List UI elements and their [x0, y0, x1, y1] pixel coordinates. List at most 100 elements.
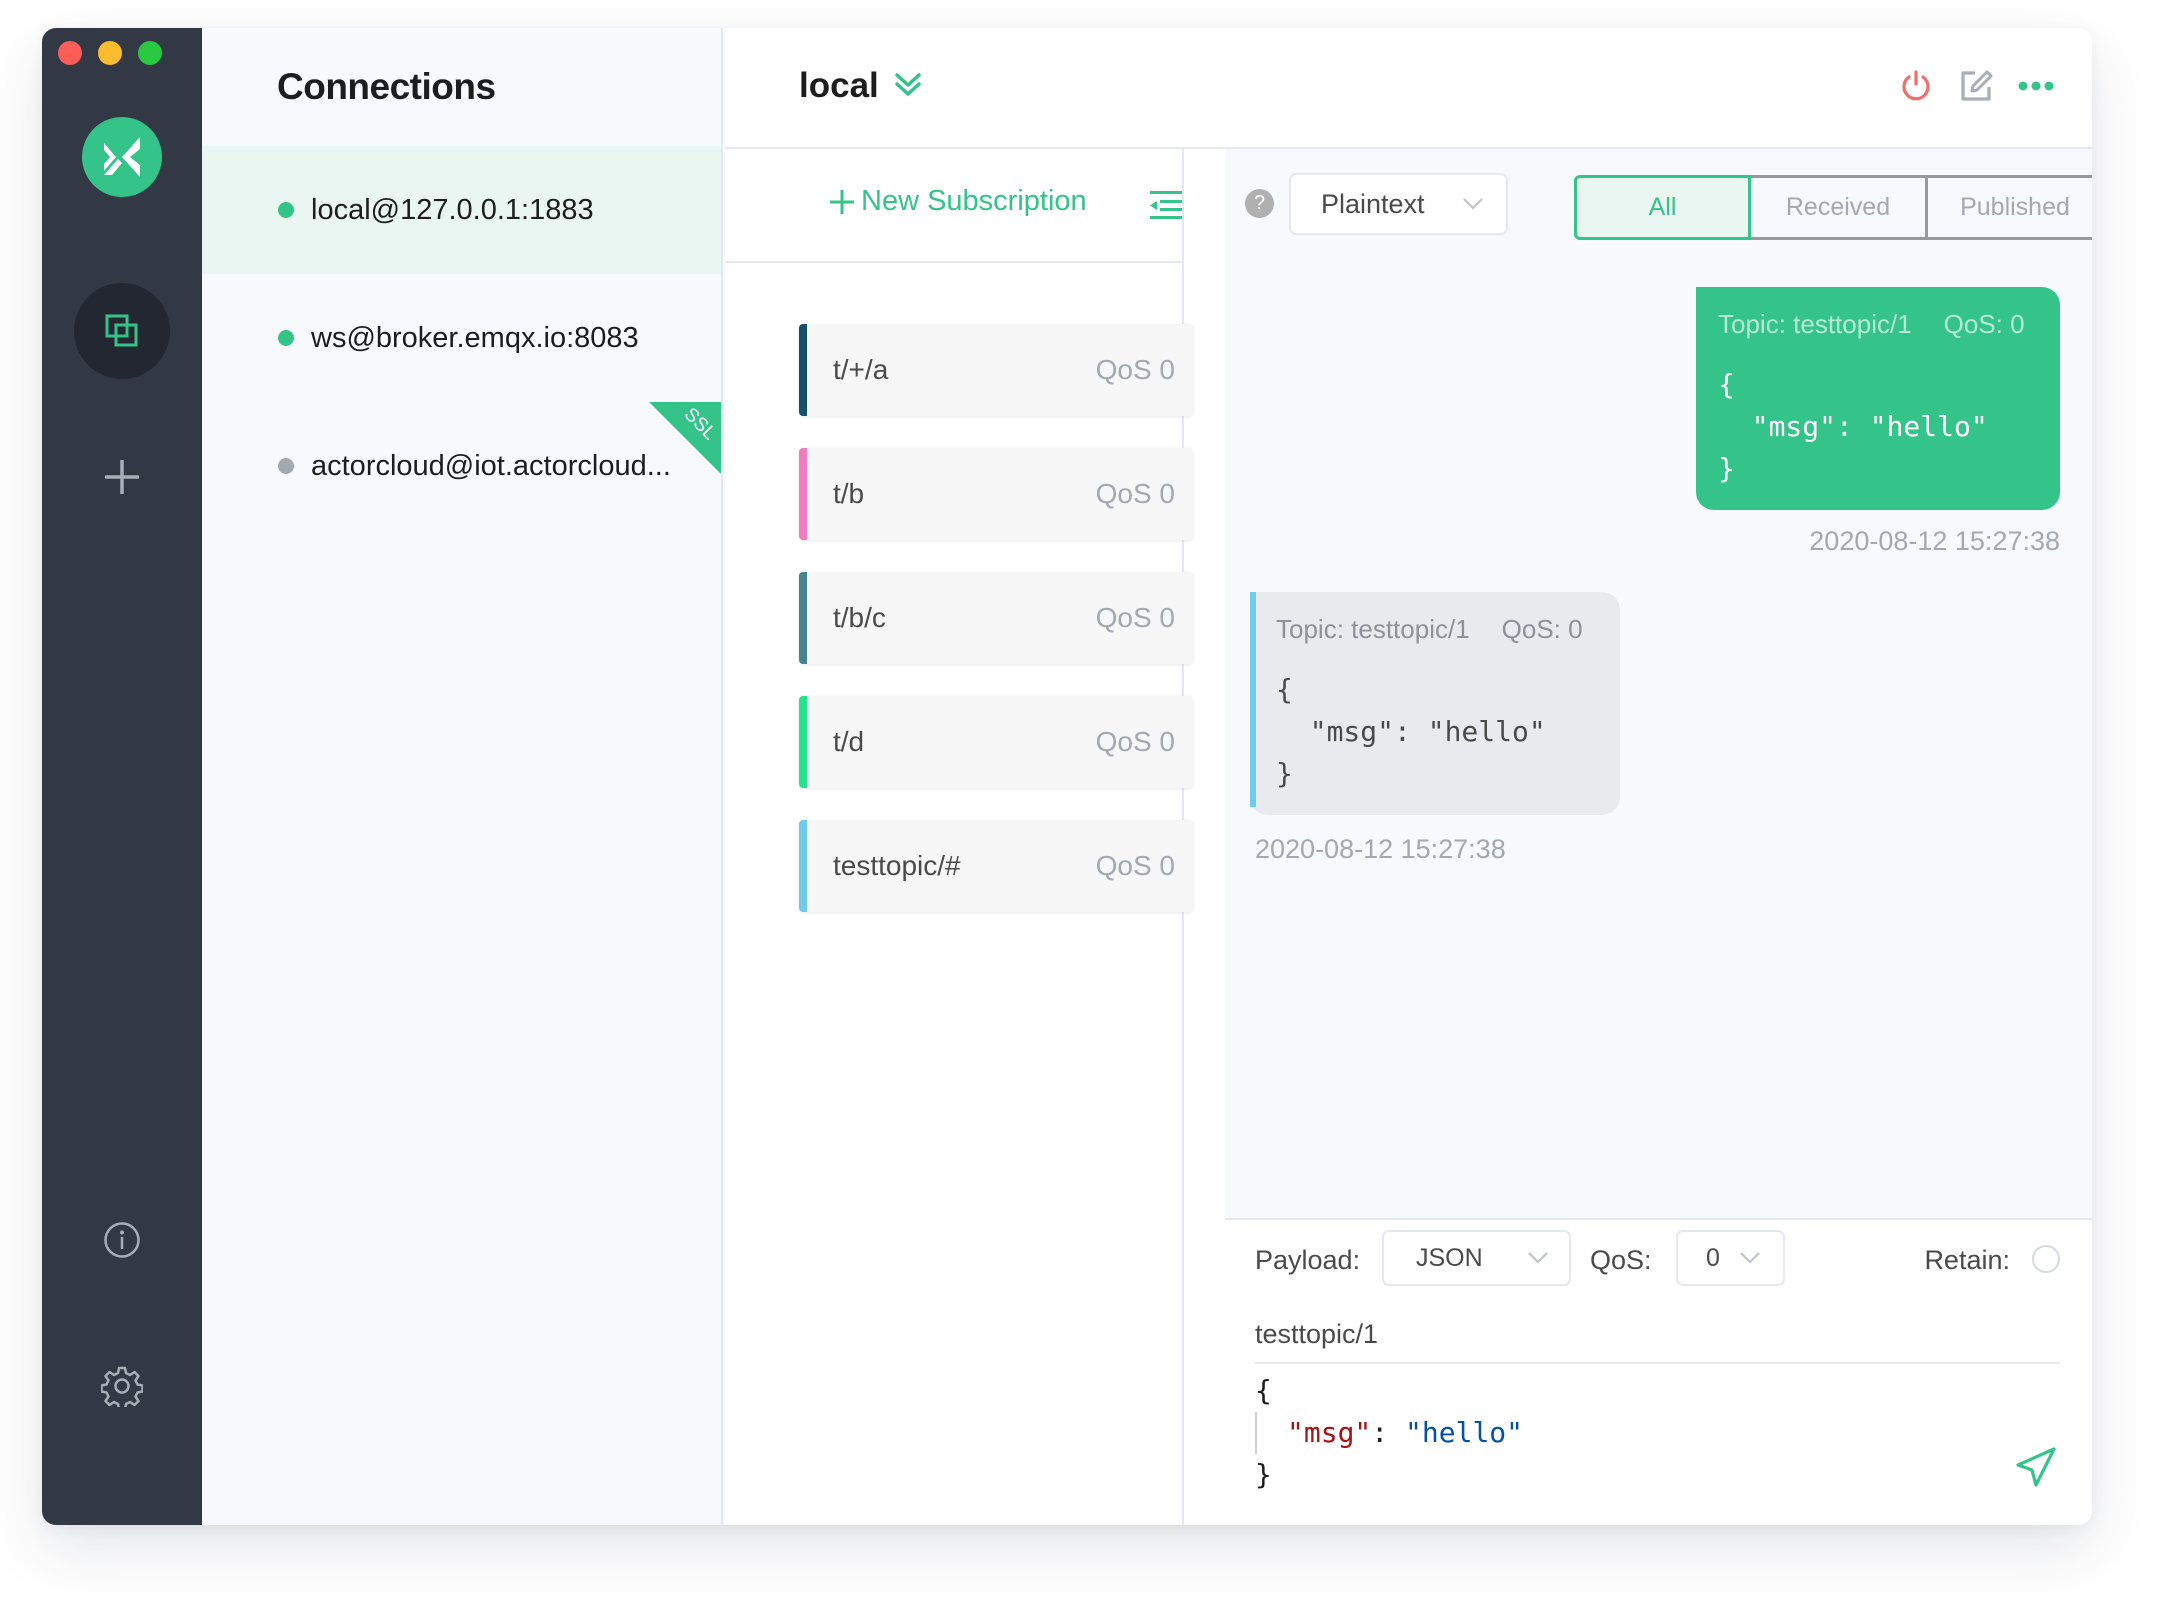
subscription-color-bar — [799, 696, 807, 788]
connection-item[interactable]: actorcloud@iot.actorcloud... SSL — [202, 402, 721, 530]
subscription-item[interactable]: t/+/a QoS 0 — [799, 324, 1193, 416]
subscription-topic: testtopic/# — [833, 850, 961, 881]
subscription-item[interactable]: t/d QoS 0 — [799, 696, 1193, 788]
messages-panel: ? Plaintext All Received Published Topic… — [1225, 149, 2092, 1525]
qos-label: QoS: — [1590, 1245, 1652, 1275]
message-timestamp: 2020-08-12 15:27:38 — [1255, 834, 1506, 864]
subscription-topic: t/+/a — [833, 354, 889, 385]
connection-name: local@127.0.0.1:1883 — [311, 193, 594, 226]
ssl-badge: SSL — [649, 402, 721, 474]
subscription-qos: QoS 0 — [1095, 478, 1175, 509]
subscription-topic: t/b/c — [833, 602, 886, 633]
subscription-color-bar — [799, 448, 807, 540]
app-logo — [82, 117, 162, 197]
connection-name: ws@broker.emqx.io:8083 — [311, 321, 639, 354]
gear-icon — [101, 1366, 143, 1407]
nav-new-connection-button[interactable] — [74, 429, 170, 525]
subscriptions-panel: New Subscription t/+/a QoS 0 t/b QoS 0 t… — [725, 149, 1193, 1525]
help-icon[interactable]: ? — [1245, 189, 1274, 218]
connection-item[interactable]: local@127.0.0.1:1883 — [202, 146, 721, 274]
publish-topic-input[interactable] — [1255, 1306, 2060, 1364]
status-dot — [278, 458, 294, 474]
new-subscription-label: New Subscription — [861, 185, 1087, 217]
window-close-button[interactable] — [58, 41, 82, 65]
publish-qos-value: 0 — [1706, 1243, 1720, 1272]
message-topic: Topic: testtopic/1 — [1718, 309, 1912, 339]
payload-label: Payload: — [1255, 1245, 1361, 1275]
left-nav — [42, 28, 202, 1525]
subscription-qos: QoS 0 — [1095, 850, 1175, 881]
messages-toolbar: ? Plaintext All Received Published — [1225, 149, 2092, 249]
subscriptions-header: New Subscription — [725, 149, 1182, 263]
tab-all[interactable]: All — [1574, 175, 1751, 240]
retain-toggle[interactable] — [2032, 1245, 2060, 1273]
retain-label: Retain: — [1924, 1245, 2010, 1275]
more-icon — [2018, 81, 2054, 91]
publish-qos-select[interactable]: 0 — [1676, 1230, 1785, 1286]
tab-published[interactable]: Published — [1928, 175, 2092, 240]
message-payload: { "msg": "hello" } — [1718, 368, 1988, 485]
subscription-color-bar — [799, 572, 807, 664]
chevron-down-icon — [1528, 1252, 1548, 1264]
editor-line: } — [1255, 1458, 1272, 1491]
app-window: Connections local@127.0.0.1:1883 ws@brok… — [42, 28, 2092, 1525]
connection-item[interactable]: ws@broker.emqx.io:8083 — [202, 274, 721, 402]
subscription-qos: QoS 0 — [1095, 602, 1175, 633]
message-qos: QoS: 0 — [1501, 614, 1583, 644]
editor-line: "msg": "hello" — [1255, 1412, 1992, 1454]
connections-title: Connections — [277, 66, 496, 107]
window-minimize-button[interactable] — [98, 41, 122, 65]
chevron-down-icon — [1463, 198, 1483, 210]
payload-editor[interactable]: { "msg": "hello" } — [1255, 1370, 1992, 1510]
edit-connection-button[interactable] — [1958, 68, 1994, 104]
nav-connections-button[interactable] — [74, 283, 170, 379]
connections-panel: Connections local@127.0.0.1:1883 ws@brok… — [202, 28, 723, 1525]
subscription-topic: t/b — [833, 478, 865, 509]
info-icon — [104, 1222, 140, 1258]
double-chevron-down-icon — [895, 73, 921, 96]
more-options-button[interactable] — [2018, 68, 2054, 104]
expand-button[interactable] — [893, 70, 923, 105]
subscription-qos: QoS 0 — [1095, 354, 1175, 385]
editor-line: { — [1255, 1374, 1272, 1407]
published-message: Topic: testtopic/1 QoS: 0 { "msg": "hell… — [1696, 287, 2060, 510]
send-icon — [2016, 1447, 2056, 1487]
subscription-item[interactable]: testtopic/# QoS 0 — [799, 820, 1193, 912]
chevron-down-icon — [1740, 1252, 1760, 1264]
message-topic: Topic: testtopic/1 — [1276, 614, 1470, 644]
status-dot — [278, 202, 294, 218]
publish-payload-format-select[interactable]: JSON — [1382, 1230, 1571, 1286]
connection-header: local — [725, 28, 2092, 149]
subscription-qos: QoS 0 — [1095, 726, 1175, 757]
received-message: Topic: testtopic/1 QoS: 0 { "msg": "hell… — [1250, 592, 1620, 815]
new-subscription-button[interactable]: New Subscription — [829, 185, 1087, 218]
nav-about-button[interactable] — [74, 1192, 170, 1288]
disconnect-button[interactable] — [1898, 68, 1934, 104]
fold-menu-icon — [1150, 191, 1182, 219]
nav-settings-button[interactable] — [74, 1338, 170, 1434]
json-colon: : — [1371, 1416, 1406, 1449]
plus-icon — [830, 189, 854, 214]
payload-format-select[interactable]: Plaintext — [1289, 173, 1508, 235]
plus-icon — [105, 460, 139, 494]
message-meta: Topic: testtopic/1 QoS: 0 — [1718, 309, 2042, 340]
connections-icon — [105, 314, 138, 347]
subscription-item[interactable]: t/b QoS 0 — [799, 448, 1193, 540]
connection-title: local — [799, 66, 879, 105]
subscription-topic: t/d — [833, 726, 865, 757]
json-value: "hello" — [1405, 1416, 1524, 1449]
tab-received[interactable]: Received — [1751, 175, 1928, 240]
connection-name: actorcloud@iot.actorcloud... — [311, 449, 671, 482]
publish-payload-format-value: JSON — [1416, 1243, 1483, 1272]
subscription-item[interactable]: t/b/c QoS 0 — [799, 572, 1193, 664]
window-maximize-button[interactable] — [138, 41, 162, 65]
subscription-color-bar — [799, 820, 807, 912]
edit-icon — [1961, 70, 1993, 101]
message-filter-tabs: All Received Published — [1574, 175, 2092, 240]
window-controls — [58, 41, 162, 65]
mqttx-logo-icon — [104, 137, 140, 177]
collapse-subscriptions-button[interactable] — [1148, 189, 1182, 226]
message-meta: Topic: testtopic/1 QoS: 0 — [1276, 614, 1602, 645]
send-button[interactable] — [2012, 1443, 2060, 1491]
main-area: local New Subscription t/+/a QoS 0 t/b Q… — [725, 28, 2092, 1525]
